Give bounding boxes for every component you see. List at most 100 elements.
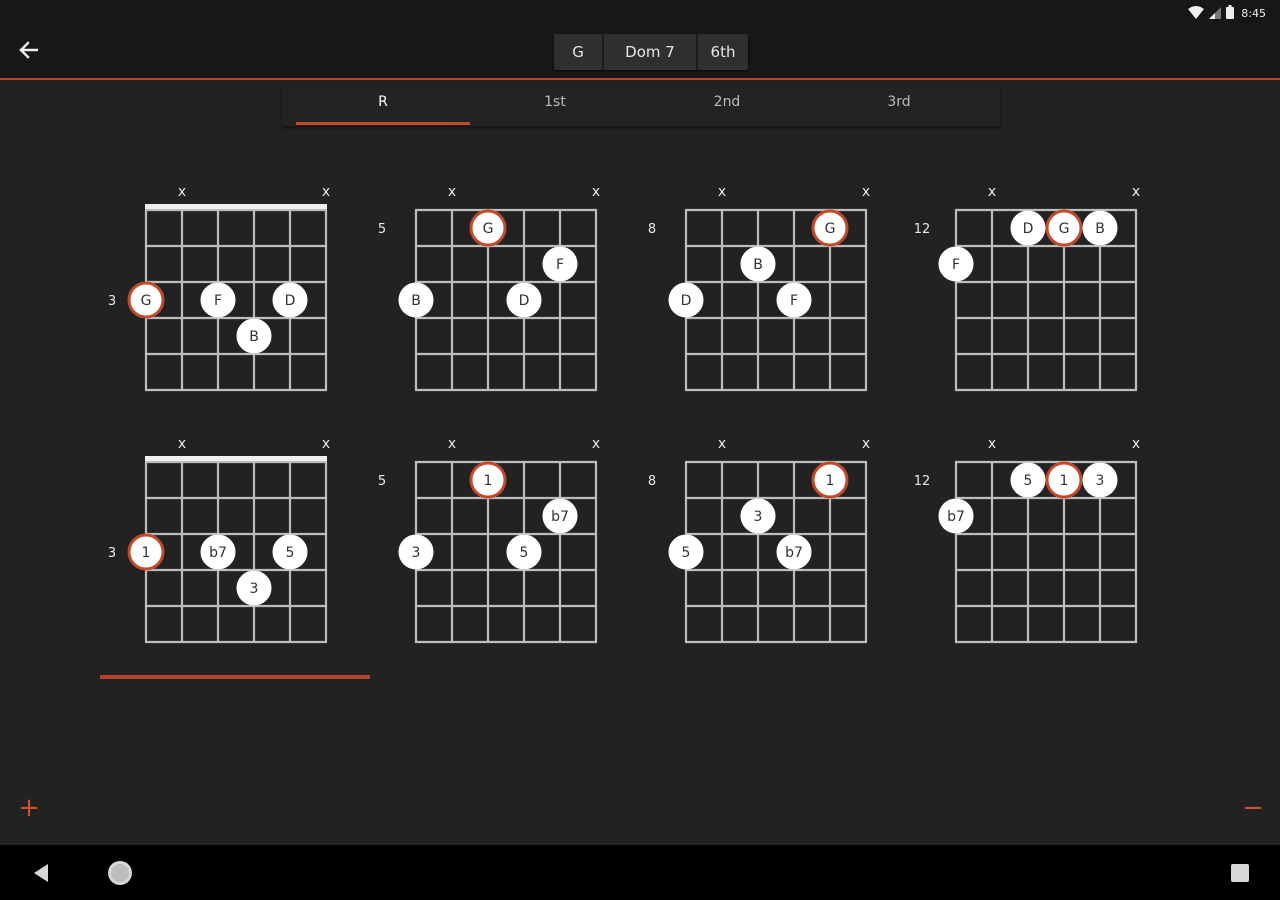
note-dot: b7 (938, 498, 974, 534)
muted-string-marker: x (718, 184, 726, 200)
dot-label: 1 (1060, 473, 1069, 489)
note-dot: 5 (506, 534, 542, 570)
muted-string-marker: x (988, 436, 996, 452)
fret-number-label: 8 (648, 222, 656, 237)
note-dot: F (542, 246, 578, 282)
dot-label: 1 (142, 545, 151, 561)
nut (145, 204, 327, 209)
dot-label: b7 (551, 509, 569, 525)
dot-label: F (790, 293, 798, 309)
dot-label: 3 (1096, 473, 1105, 489)
dot-label: B (1095, 221, 1105, 237)
note-dot: b7 (200, 534, 236, 570)
root-note-dot: G (1045, 209, 1083, 247)
nav-back-button[interactable] (28, 861, 54, 885)
fret-number-label: 5 (378, 474, 386, 489)
muted-string-marker: x (178, 184, 186, 200)
battery-icon (1226, 4, 1235, 23)
dot-label: D (285, 293, 296, 309)
note-dot: F (776, 282, 812, 318)
navigation-bar (0, 845, 1280, 900)
dot-label: b7 (785, 545, 803, 561)
status-bar: 8:45 (0, 0, 1280, 26)
muted-string-marker: x (448, 436, 456, 452)
note-dot: 3 (398, 534, 434, 570)
dot-label: 3 (754, 509, 763, 525)
app-bar-divider (0, 78, 1280, 80)
add-button[interactable]: + (14, 794, 44, 824)
muted-string-marker: x (178, 436, 186, 452)
muted-string-marker: x (592, 184, 600, 200)
note-dot: 5 (668, 534, 704, 570)
muted-string-marker: x (1132, 436, 1140, 452)
note-dot: D (272, 282, 308, 318)
status-time: 8:45 (1241, 6, 1266, 20)
tab-1st[interactable]: 1st (468, 84, 642, 124)
note-dot: D (506, 282, 542, 318)
dot-label: F (214, 293, 222, 309)
fret-number-label: 12 (914, 474, 931, 489)
arrow-left-icon (18, 41, 39, 63)
wifi-icon (1188, 4, 1205, 23)
chord-quality-selector[interactable]: Dom 7 (604, 34, 696, 70)
note-dot: B (1082, 210, 1118, 246)
dot-label: 1 (484, 473, 493, 489)
fret-number-label: 8 (648, 474, 656, 489)
dot-label: 3 (250, 581, 259, 597)
root-selector[interactable]: G (554, 34, 602, 70)
tab-2nd[interactable]: 2nd (640, 84, 814, 124)
dot-label: G (141, 293, 152, 309)
note-dot: F (200, 282, 236, 318)
note-dot: B (398, 282, 434, 318)
root-note-dot: G (811, 209, 849, 247)
muted-string-marker: x (592, 436, 600, 452)
muted-string-marker: x (862, 436, 870, 452)
dot-label: D (519, 293, 530, 309)
fret-number-label: 3 (108, 294, 116, 309)
root-note-dot: G (469, 209, 507, 247)
note-dot: D (1010, 210, 1046, 246)
string-set-selector[interactable]: 6th (698, 34, 748, 70)
dot-label: 5 (520, 545, 529, 561)
nav-home-button[interactable] (106, 859, 134, 887)
nav-recents-button[interactable] (1228, 861, 1252, 885)
minus-icon: − (1242, 793, 1264, 823)
note-dot: 5 (1010, 462, 1046, 498)
tab-root[interactable]: R (296, 84, 470, 124)
root-note-dot: 1 (469, 461, 507, 499)
dot-label: B (753, 257, 763, 273)
fret-number-label: 12 (914, 222, 931, 237)
tab-3rd[interactable]: 3rd (812, 84, 986, 124)
chord-selector: G Dom 7 6th (554, 34, 748, 70)
dot-label: 1 (826, 473, 835, 489)
inversion-tabs: R 1st 2nd 3rd (282, 84, 1000, 126)
dot-label: 5 (286, 545, 295, 561)
note-dot: b7 (542, 498, 578, 534)
triangle-back-icon (34, 864, 48, 882)
note-dot: B (740, 246, 776, 282)
note-dot: 3 (740, 498, 776, 534)
dot-label: D (681, 293, 692, 309)
muted-string-marker: x (322, 184, 330, 200)
remove-button[interactable]: − (1238, 794, 1268, 824)
fret-number-label: 3 (108, 546, 116, 561)
dot-label: F (952, 257, 960, 273)
plus-icon: + (18, 793, 40, 823)
back-button[interactable] (10, 36, 46, 68)
dot-label: b7 (209, 545, 227, 561)
note-dot: D (668, 282, 704, 318)
root-note-dot: 1 (1045, 461, 1083, 499)
dot-label: 5 (682, 545, 691, 561)
dot-label: B (411, 293, 421, 309)
signal-icon (1209, 4, 1222, 23)
circle-home-icon (108, 861, 132, 885)
dot-label: D (1023, 221, 1034, 237)
muted-string-marker: x (862, 184, 870, 200)
tab-indicator (296, 122, 470, 125)
dot-label: b7 (947, 509, 965, 525)
root-note-dot: 1 (811, 461, 849, 499)
note-dot: 3 (236, 570, 272, 606)
muted-string-marker: x (322, 436, 330, 452)
note-dot: 3 (1082, 462, 1118, 498)
dot-label: B (249, 329, 259, 345)
